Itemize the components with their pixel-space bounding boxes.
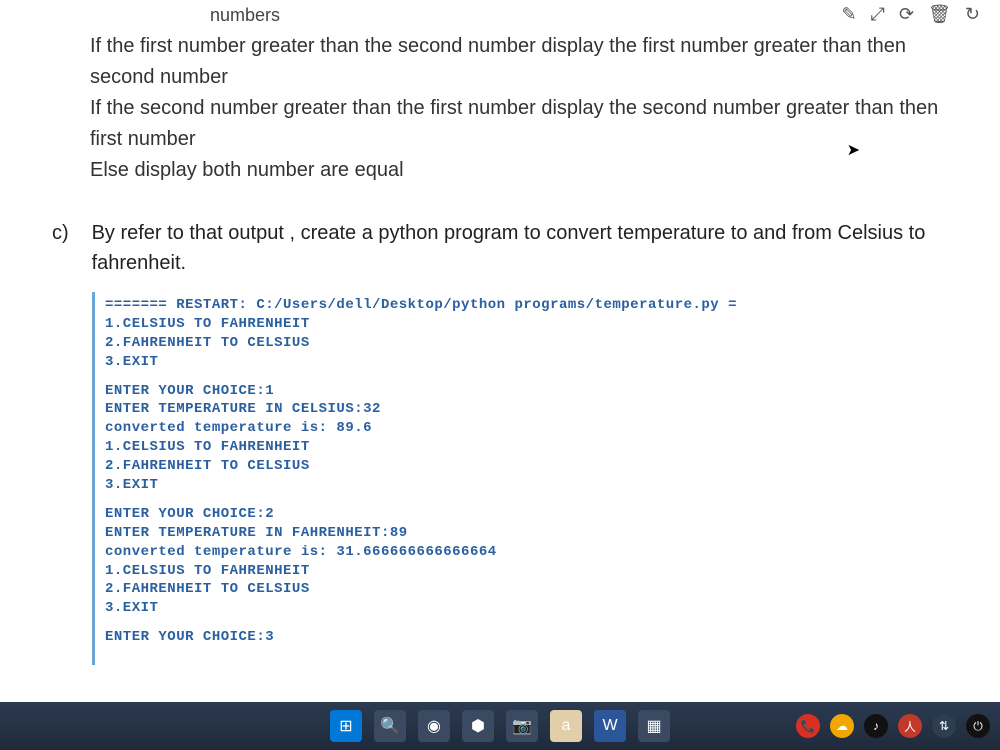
edit-icon[interactable]: ✎ <box>841 4 856 25</box>
taskbar-amazon-icon[interactable]: a <box>550 710 582 742</box>
menu-item: 3.EXIT <box>105 476 952 495</box>
menu-item: 2.FAHRENHEIT TO CELSIUS <box>105 580 952 599</box>
run-block: ENTER YOUR CHOICE:3 <box>105 628 952 647</box>
partial-heading: numbers <box>210 5 280 25</box>
choice-line: ENTER YOUR CHOICE:1 <box>105 382 952 401</box>
taskbar-dropbox-icon[interactable]: ⬢ <box>462 710 494 742</box>
page-toolbar: ✎ ⤢ ⟳ 🗑 ↻ <box>841 4 980 25</box>
menu-item: 1.CELSIUS TO FAHRENHEIT <box>105 315 952 334</box>
restart-line: ======= RESTART: C:/Users/dell/Desktop/p… <box>105 296 952 315</box>
question-c: c) By refer to that output , create a py… <box>20 218 980 278</box>
question-line: If the first number greater than the sec… <box>90 35 906 88</box>
taskbar-word-icon[interactable]: W <box>594 710 626 742</box>
taskbar-search-icon[interactable]: 🔍 <box>374 710 406 742</box>
menu-item: 1.CELSIUS TO FAHRENHEIT <box>105 562 952 581</box>
windows-taskbar[interactable]: ⊞ 🔍 ◉ ⬢ 📷 aW ▦ 📞 ☁ ♪ 人 ⇅ ⏻ <box>0 702 1000 750</box>
run-block: ENTER YOUR CHOICE:1 ENTER TEMPERATURE IN… <box>105 382 952 495</box>
systray-tiktok-icon[interactable]: ♪ <box>864 714 888 738</box>
systray-cloud-icon[interactable]: ☁ <box>830 714 854 738</box>
menu-item: 3.EXIT <box>105 599 952 618</box>
systray-power-icon[interactable]: ⏻ <box>966 714 990 738</box>
choice-line: ENTER YOUR CHOICE:2 <box>105 505 952 524</box>
menu-item: 3.EXIT <box>105 353 952 372</box>
systray-meet-icon[interactable]: 📞 <box>796 714 820 738</box>
output-line: converted temperature is: 89.6 <box>105 419 952 438</box>
systray-person-icon[interactable]: 人 <box>898 714 922 738</box>
systray-network-icon[interactable]: ⇅ <box>932 714 956 738</box>
taskbar-chrome-icon[interactable]: ◉ <box>418 710 450 742</box>
question-body: numbers If the first number greater than… <box>20 0 980 194</box>
taskbar-app-icon[interactable]: ▦ <box>638 710 670 742</box>
mouse-cursor-icon: ➤ <box>847 140 860 160</box>
document-page: ✎ ⤢ ⟳ 🗑 ↻ numbers If the first number gr… <box>0 0 1000 702</box>
python-output: ======= RESTART: C:/Users/dell/Desktop/p… <box>92 292 960 665</box>
choice-line: ENTER YOUR CHOICE:3 <box>105 628 952 647</box>
menu-item: 2.FAHRENHEIT TO CELSIUS <box>105 334 952 353</box>
trash-icon[interactable]: 🗑 <box>928 4 951 25</box>
run-block: ENTER YOUR CHOICE:2 ENTER TEMPERATURE IN… <box>105 505 952 618</box>
zoom-icon[interactable]: ⤢ <box>871 4 885 25</box>
part-c-text: By refer to that output , create a pytho… <box>92 218 980 278</box>
question-line: Else display both number are equal <box>90 159 404 181</box>
refresh-icon[interactable]: ⟳ <box>899 4 914 25</box>
input-line: ENTER TEMPERATURE IN CELSIUS:32 <box>105 400 952 419</box>
menu-item: 1.CELSIUS TO FAHRENHEIT <box>105 438 952 457</box>
part-label: c) <box>52 218 86 248</box>
reload-icon[interactable]: ↻ <box>965 4 980 25</box>
output-line: converted temperature is: 31.66666666666… <box>105 543 952 562</box>
menu-block: 1.CELSIUS TO FAHRENHEIT 2.FAHRENHEIT TO … <box>105 315 952 372</box>
question-line: If the second number greater than the fi… <box>90 97 938 150</box>
input-line: ENTER TEMPERATURE IN FAHRENHEIT:89 <box>105 524 952 543</box>
menu-item: 2.FAHRENHEIT TO CELSIUS <box>105 457 952 476</box>
taskbar-start-icon[interactable]: ⊞ <box>330 710 362 742</box>
taskbar-camera-icon[interactable]: 📷 <box>506 710 538 742</box>
